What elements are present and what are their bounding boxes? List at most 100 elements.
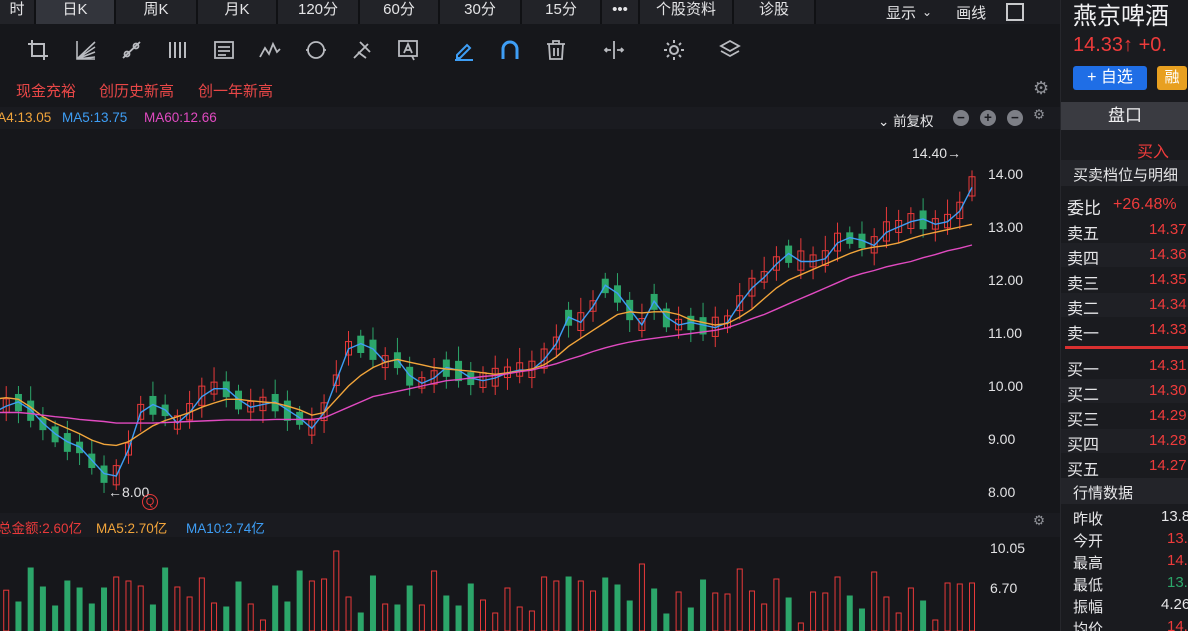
tab-120min[interactable]: 120分 bbox=[278, 0, 360, 24]
price-tick: 10.00 bbox=[988, 378, 1024, 394]
gear-icon[interactable] bbox=[660, 36, 688, 64]
volume-bar bbox=[113, 576, 120, 631]
q-marker-icon[interactable]: Q bbox=[142, 494, 158, 510]
candle bbox=[259, 388, 267, 424]
ma60-line bbox=[0, 244, 973, 424]
ask-row: 卖五 14.37 bbox=[1067, 221, 1187, 243]
volume-bar bbox=[88, 603, 95, 631]
volume-bar bbox=[174, 586, 181, 631]
cycle-icon[interactable] bbox=[302, 36, 330, 64]
volume-bar bbox=[431, 570, 438, 631]
volume-bar bbox=[577, 580, 584, 631]
candle bbox=[393, 337, 401, 375]
gear-icon[interactable]: ⚙ bbox=[1033, 513, 1045, 529]
buy-label[interactable]: 买入 bbox=[1137, 138, 1169, 162]
trash-icon[interactable] bbox=[542, 36, 570, 64]
order-detail-title[interactable]: 买卖档位与明细 bbox=[1073, 164, 1178, 185]
pen-icon[interactable] bbox=[450, 36, 478, 64]
volume-bar bbox=[321, 578, 328, 631]
draw-line-menu[interactable]: 画线 bbox=[956, 2, 986, 23]
minus-circle-icon-2[interactable]: − bbox=[1007, 110, 1023, 126]
bars-icon[interactable] bbox=[164, 36, 192, 64]
volume-bar bbox=[602, 577, 609, 631]
volume-bar bbox=[932, 619, 939, 631]
wave-icon[interactable] bbox=[256, 36, 284, 64]
ask-row: 卖三 14.35 bbox=[1067, 271, 1187, 293]
margin-button[interactable]: 融 bbox=[1157, 66, 1187, 90]
volume-bar bbox=[296, 570, 303, 631]
adjust-dropdown[interactable]: ⌄ 前复权 bbox=[878, 110, 934, 130]
volume-bar bbox=[846, 595, 853, 631]
candle bbox=[271, 379, 279, 418]
tab-day-k[interactable]: 日K bbox=[36, 0, 116, 24]
gear-icon[interactable]: ⚙ bbox=[1033, 78, 1049, 99]
magnet-icon[interactable] bbox=[496, 36, 524, 64]
tab-60min[interactable]: 60分 bbox=[360, 0, 440, 24]
volume-bar bbox=[969, 582, 975, 631]
volume-bar bbox=[773, 578, 780, 631]
candle bbox=[907, 207, 915, 234]
volume-bar bbox=[3, 589, 10, 631]
tab-30min[interactable]: 30分 bbox=[440, 0, 522, 24]
tab-time[interactable]: 时 bbox=[0, 0, 36, 24]
tab-week-k[interactable]: 周K bbox=[116, 0, 198, 24]
candle bbox=[858, 221, 866, 257]
candle bbox=[124, 430, 132, 464]
volume-bar bbox=[125, 580, 132, 631]
add-watchlist-button[interactable]: + 自选 bbox=[1073, 66, 1147, 90]
volume-bar bbox=[162, 567, 169, 631]
tab-diagnose[interactable]: 诊股 bbox=[734, 0, 816, 24]
chevron-down-icon[interactable]: ⌄ bbox=[922, 5, 932, 19]
volume-bar bbox=[761, 603, 768, 631]
tab-more[interactable]: ••• bbox=[602, 0, 640, 24]
volume-bar bbox=[858, 608, 865, 631]
candle bbox=[479, 366, 487, 393]
volume-bar bbox=[247, 603, 254, 631]
tab-15min[interactable]: 15分 bbox=[522, 0, 602, 24]
volume-bar bbox=[418, 604, 425, 631]
tag-all-time-high[interactable]: 创历史新高 bbox=[99, 80, 174, 101]
candlestick-chart[interactable] bbox=[0, 130, 1060, 510]
gann-icon[interactable] bbox=[348, 36, 376, 64]
text-label-icon[interactable] bbox=[394, 36, 422, 64]
price-tick: 8.00 bbox=[988, 484, 1016, 500]
candle bbox=[577, 297, 585, 338]
candle bbox=[809, 246, 817, 280]
crop-icon[interactable] bbox=[24, 36, 52, 64]
volume-bar bbox=[663, 613, 670, 631]
weibi-value: +26.48% bbox=[1113, 196, 1177, 213]
tag-year-high[interactable]: 创一年新高 bbox=[198, 80, 273, 101]
layers-icon[interactable] bbox=[716, 36, 744, 64]
ask-row: 卖二 14.34 bbox=[1061, 293, 1188, 318]
market-data-title[interactable]: 行情数据 bbox=[1073, 482, 1133, 503]
volume-bar bbox=[455, 605, 462, 631]
volume-bar bbox=[590, 590, 597, 631]
ask-row: 卖四 14.36 bbox=[1061, 243, 1188, 268]
tab-month-k[interactable]: 月K bbox=[198, 0, 278, 24]
volume-ma5: MA5:2.70亿 bbox=[96, 521, 168, 536]
volume-bar bbox=[785, 597, 792, 631]
tab-stock-profile[interactable]: 个股资料 bbox=[640, 0, 734, 24]
fan-icon[interactable] bbox=[72, 36, 100, 64]
window-icon[interactable] bbox=[1006, 3, 1025, 21]
plus-circle-icon[interactable]: + bbox=[980, 110, 996, 126]
gear-icon[interactable]: ⚙ bbox=[1033, 107, 1045, 123]
minus-circle-icon[interactable]: − bbox=[953, 110, 969, 126]
volume-chart[interactable] bbox=[0, 537, 1060, 631]
candle bbox=[968, 170, 976, 202]
candle bbox=[882, 206, 890, 249]
align-icon[interactable] bbox=[600, 36, 628, 64]
volume-tick: 10.05 bbox=[990, 540, 1026, 556]
volume-bar bbox=[382, 603, 389, 631]
volume-bar bbox=[308, 580, 315, 631]
price-tick: 9.00 bbox=[988, 431, 1016, 447]
display-menu[interactable]: 显示 bbox=[886, 2, 916, 23]
volume-bar bbox=[101, 587, 108, 631]
text-block-icon[interactable] bbox=[210, 36, 238, 64]
tag-cash-rich[interactable]: 现金充裕 bbox=[16, 80, 76, 101]
order-book-tab[interactable]: 盘口 bbox=[1061, 102, 1188, 130]
segment-icon[interactable] bbox=[118, 36, 146, 64]
candle bbox=[687, 307, 695, 343]
price-tick: 12.00 bbox=[988, 272, 1024, 288]
candle bbox=[516, 347, 524, 384]
